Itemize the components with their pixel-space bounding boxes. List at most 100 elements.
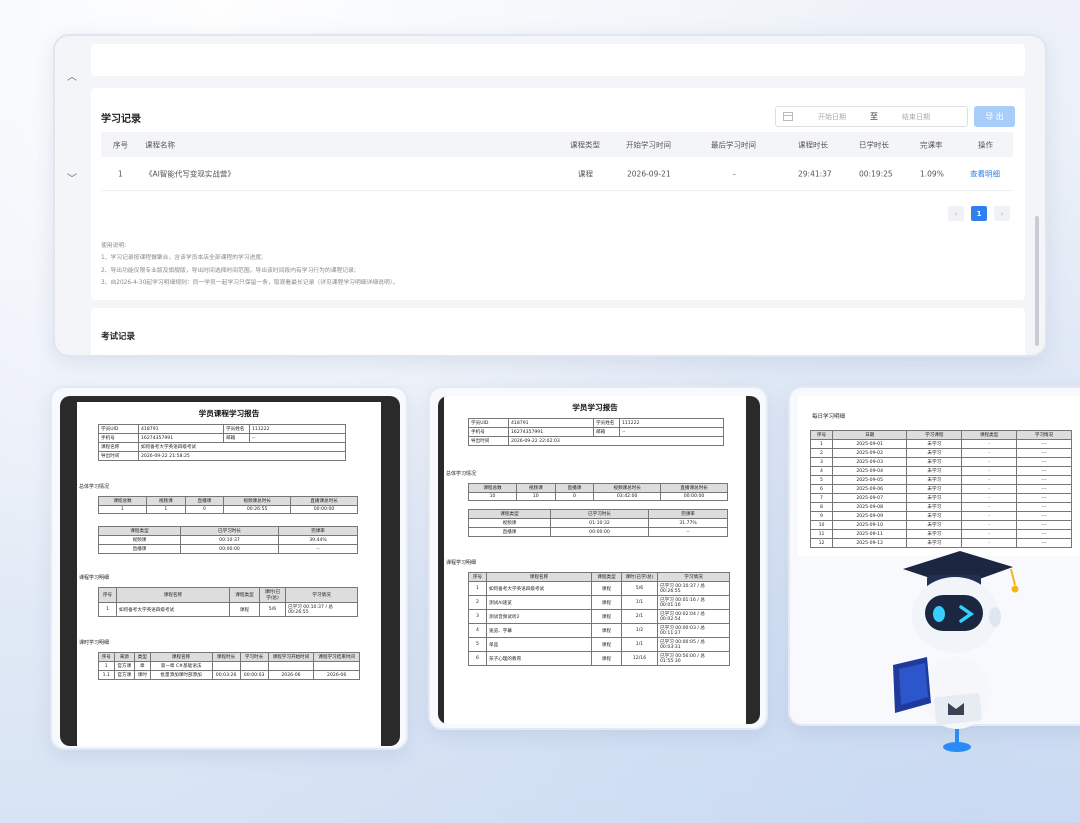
td: 1 [98,661,115,671]
td: 章 [134,661,151,671]
td: 未学习 [906,502,963,512]
th: 序号 [98,587,117,603]
th: 已学习时长 [549,509,650,519]
td: - [961,493,1018,503]
th: 来源 [113,652,136,662]
chevron-down-icon[interactable]: ﹀ [67,170,77,185]
report-title: 学员课程学习报告 [198,409,260,418]
td: 已学习 00:56:00 / 总 01:55:30 [657,651,730,666]
td: - [961,475,1018,485]
td: --- [1016,457,1072,467]
lesson-table: 序号 来源 类型 课程名称 课程时长 学习时长 课程学习开始时间 课程学习结束时间 1 官方课章… [98,652,360,680]
info-value: 2026-09-22 22:02:03 [508,436,724,446]
th: 课程总数 [97,496,148,506]
td: 2 [810,448,833,458]
date-range-picker[interactable]: 开始日期 至 结束日期 [775,106,968,127]
td: 已学习 00:10:37 / 总 00:26:55 [285,602,358,617]
td: 如何备考大学英语四级考试 [486,581,592,596]
scrollbar[interactable] [1035,216,1039,346]
td: --- [1016,529,1072,539]
student-report-document: 学员学习报告 学员UID 418791 学员姓名 111222 手机号 16274357… [444,396,746,724]
th: 课程总数 [467,483,518,493]
th: 序号 [810,430,833,440]
td: 单品 [486,637,592,652]
lesson-title: 课时学习明细 [79,640,110,646]
td: 未学习 [906,511,963,521]
export-button[interactable]: 导 出 [974,106,1015,127]
overall-table: 课程总数 视频课 直播课 视频课总时长 直播课总时长 1 1 0 00:26:55 00:00:… [97,496,358,514]
detail-title: 课程学习明细 [79,575,110,581]
daily-row: 1 2025-09-01 未学习 - --- [810,439,1072,449]
td: 视频课 [98,535,181,545]
td: 6 [810,484,833,494]
td: 2026-06 [267,670,315,680]
td: 速览、字幕 [486,623,592,638]
col-header: 课程名称 [145,140,175,149]
td: 1/1 [621,637,658,652]
notes-heading: 使用说明: [101,243,127,249]
detail-row: 2 测试AI速览 课程 1/1 已学习 00:01:16 / 总 00:01:16 [468,595,730,610]
td: 批量添加课时部添加 [149,670,213,680]
study-table: 序号 课程名称 课程类型 开始学习时间 最后学习时间 课程时长 已学时长 完课率… [101,132,1013,191]
td: - [961,520,1018,530]
detail-row: 6 孩子心理的教育 课程 12/16 已学习 00:56:00 / 总 01:55:30 [468,651,730,666]
prev-page-button[interactable]: ‹ [948,206,964,221]
td: 未学习 [906,493,963,503]
td: 1 [98,602,117,617]
td: 03:42:00 [593,492,662,501]
daily-row: 7 2025-09-07 未学习 - --- [810,493,1072,503]
td: 测试AI速览 [486,595,592,610]
info-label: 手机号 [98,433,139,443]
info-label: 学员UID [468,418,509,428]
th: 已学习时长 [179,526,280,536]
notes-line: 3、自2026-4-30起学习明细规则：同一学员一起学习只保留一条，取观看最长记… [101,280,399,287]
th: 直播课总时长 [660,483,728,493]
cell-learned: 00:19:25 [859,169,893,178]
daily-row: 4 2025-09-04 未学习 - --- [810,466,1072,476]
td: 2025-09-09 [831,511,908,521]
td: 2025-09-03 [831,457,908,467]
td: 课程 [591,581,622,596]
cell-duration: 29:41:37 [798,169,832,178]
end-date-input[interactable]: 结束日期 [902,112,930,122]
th: 直播课 [554,483,595,493]
td: 1/2 [621,623,658,638]
overall-table: 课程总数 视频课 直播课 视频课总时长 直播课总时长 10 10 0 03:42:00 00:0… [467,483,728,501]
cell-start: 2026-09-21 [627,169,671,178]
next-page-button[interactable]: › [994,206,1010,221]
daily-report-document: 每日学习明细 序号 日期 学习课程 课程类型 学习情况 1 2025-09-01 未学习 - -… [798,396,1080,556]
th: 课程类型 [229,587,260,603]
info-label: 手机号 [468,427,509,437]
type-table: 课程类型 已学习时长 完课率 视频课 01:10:32 31.77% 直播课 00:00:… [468,509,728,537]
page-1-button[interactable]: 1 [971,206,987,221]
th: 学习情况 [1016,430,1072,440]
info-value: -- [249,433,346,443]
td: 2025-09-01 [831,439,908,449]
td: 测试音频试听2 [486,609,592,624]
detail-row: 4 速览、字幕 课程 1/2 已学习 00:00:03 / 总 00:11:27 [468,623,730,638]
view-detail-link[interactable]: 查看明细 [970,168,1000,179]
table-header: 序号 课程名称 课程类型 开始学习时间 最后学习时间 课程时长 已学时长 完课率… [101,132,1013,157]
course-report-document: 学员课程学习报告 学员UID 418791 学员姓名 111222 手机号 162743… [77,402,381,746]
td: 00:00:00 [179,544,280,554]
td: 2025-09-08 [831,502,908,512]
td: 2/1 [621,609,658,624]
td: 1 [810,439,833,449]
td: 9 [810,511,833,521]
td: 2025-09-02 [831,448,908,458]
td: 课程 [591,609,622,624]
td: --- [1016,511,1072,521]
td: 01:10:32 [549,518,650,528]
study-record-card: 学习记录 开始日期 至 结束日期 导 出 序号 课程名称 课程类型 开始学习时间… [91,88,1025,300]
chevron-up-icon[interactable]: ︿ [67,68,77,83]
exam-record-card: 考试记录 [91,308,1025,355]
start-date-input[interactable]: 开始日期 [818,112,846,122]
td: - [961,484,1018,494]
info-label: 课程名称 [98,442,139,452]
td: 1/1 [621,595,658,610]
td: 1.1 [98,670,115,680]
td: 2025-09-07 [831,493,908,503]
daily-row: 2 2025-09-02 未学习 - --- [810,448,1072,458]
th: 课时(已学/总) [621,572,658,582]
td: --- [1016,484,1072,494]
